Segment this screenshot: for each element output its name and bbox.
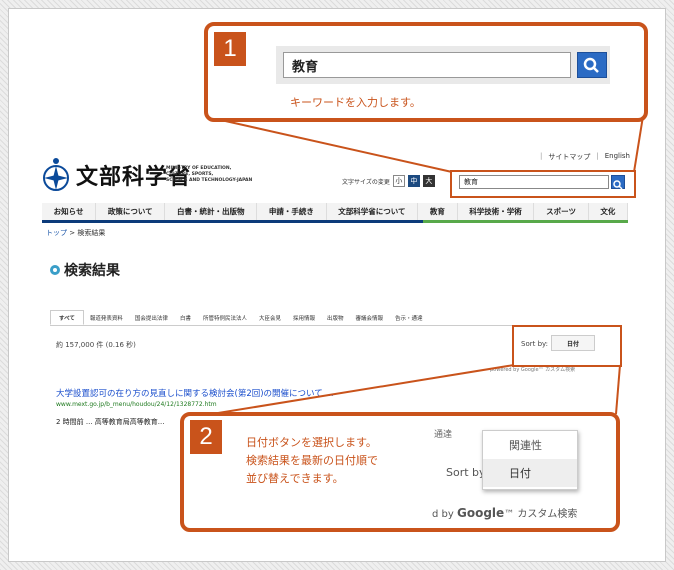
zoomed-search-button[interactable] bbox=[577, 52, 607, 78]
search-highlight bbox=[450, 170, 636, 198]
sort-highlight bbox=[512, 325, 622, 367]
sort-option-date[interactable]: 日付 bbox=[483, 459, 577, 487]
zoomed-powered-by: d by Google™ カスタム検索 bbox=[432, 506, 578, 520]
zoomed-sort-label: Sort by bbox=[446, 466, 486, 479]
sort-dropdown: 関連性 日付 bbox=[482, 430, 578, 490]
step-1-badge: 1 bbox=[214, 32, 246, 66]
sort-option-relevance[interactable]: 関連性 bbox=[483, 431, 577, 459]
step-1-instruction: キーワードを入力します。 bbox=[290, 96, 421, 109]
step-2-instruction: 日付ボタンを選択します。 検索結果を最新の日付順で 並び替えできます。 bbox=[246, 436, 378, 485]
zoomed-tab-label: 通達 bbox=[434, 430, 453, 440]
zoomed-search-input[interactable]: 教育 bbox=[283, 52, 571, 78]
step-2-badge: 2 bbox=[190, 420, 222, 454]
search-icon bbox=[583, 57, 599, 73]
